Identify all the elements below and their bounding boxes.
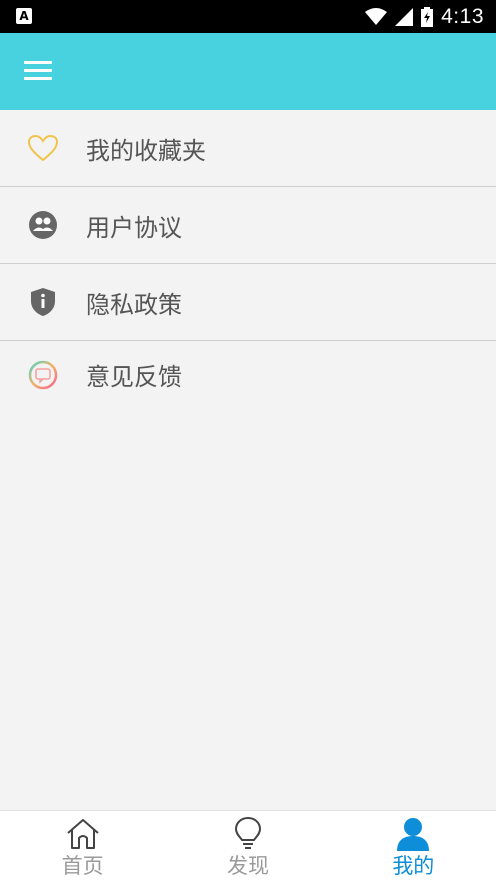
app-header xyxy=(0,33,496,110)
list-item-user-agreement[interactable]: 用户协议 xyxy=(0,187,496,264)
list-item-favorites[interactable]: 我的收藏夹 xyxy=(0,110,496,187)
person-icon xyxy=(394,815,432,852)
list-item-label: 我的收藏夹 xyxy=(86,136,206,165)
feedback-chat-icon xyxy=(25,357,61,393)
home-icon xyxy=(64,815,102,852)
settings-list: 我的收藏夹 用户协议 隐私政策 意见反馈 xyxy=(0,110,496,409)
list-item-label: 意见反馈 xyxy=(86,363,182,391)
lightbulb-icon xyxy=(229,815,267,852)
list-item-feedback[interactable]: 意见反馈 xyxy=(0,341,496,409)
users-icon xyxy=(25,207,61,243)
list-item-privacy-policy[interactable]: 隐私政策 xyxy=(0,264,496,341)
tab-label: 我的 xyxy=(392,854,435,878)
tab-discover[interactable]: 发现 xyxy=(165,811,330,880)
notification-a-icon: A xyxy=(16,8,32,24)
signal-icon xyxy=(395,7,414,26)
list-item-label: 用户协议 xyxy=(86,213,182,242)
tab-label: 首页 xyxy=(61,854,104,878)
status-icons: 4:13 xyxy=(365,0,484,33)
status-bar: A 4:13 xyxy=(0,0,496,33)
shield-info-icon xyxy=(25,284,61,320)
tab-label: 发现 xyxy=(226,854,269,878)
clock: 4:13 xyxy=(441,4,484,28)
list-item-label: 隐私政策 xyxy=(86,290,182,319)
heart-icon xyxy=(25,130,61,166)
wifi-icon xyxy=(365,7,388,25)
tab-mine[interactable]: 我的 xyxy=(331,811,496,880)
tab-home[interactable]: 首页 xyxy=(0,811,165,880)
hamburger-menu-icon[interactable] xyxy=(24,61,52,83)
battery-icon xyxy=(421,6,434,27)
bottom-tab-bar: 首页 发现 我的 xyxy=(0,810,496,880)
